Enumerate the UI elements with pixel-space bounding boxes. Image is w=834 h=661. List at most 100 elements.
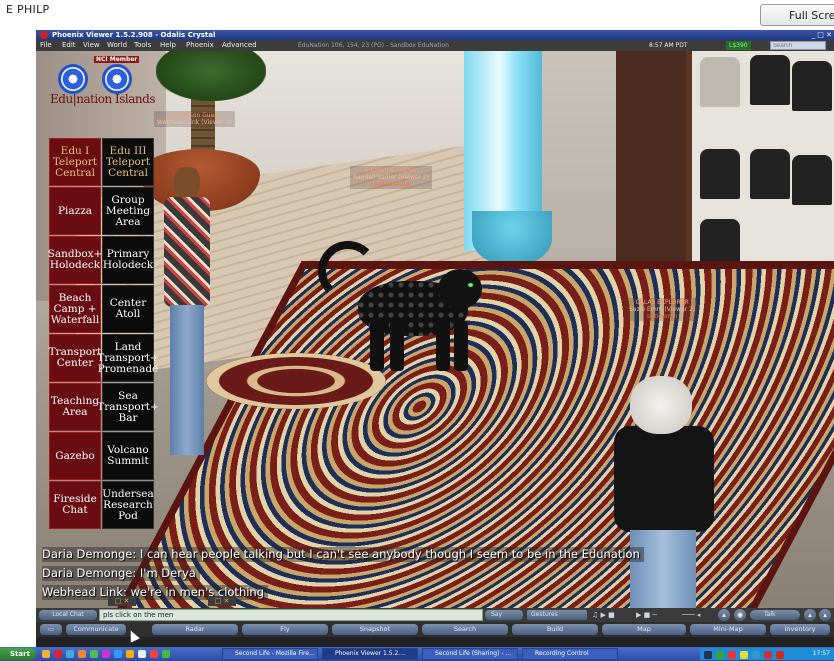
avatar-webhead-link[interactable] [160, 167, 216, 467]
hud-brand: Edu|nation Islands [50, 92, 155, 106]
toolbar-mini-map[interactable]: Mini-Map [690, 624, 766, 635]
teleport-button[interactable]: Group Meeting Area [102, 187, 154, 235]
quicklaunch-icon[interactable] [150, 650, 158, 658]
toolbar-search[interactable]: Search [422, 624, 508, 635]
teleport-button[interactable]: Primary Holodeck [102, 236, 154, 284]
talk-button[interactable]: Talk [750, 610, 800, 620]
shirt-item[interactable] [750, 149, 790, 199]
taskbar-item[interactable]: Phoenix Viewer 1.5.2.... [322, 648, 418, 660]
teleport-button[interactable]: Beach Camp + Waterfall [49, 285, 101, 333]
teleport-button[interactable]: Transport Center [49, 334, 101, 382]
tray-icon[interactable] [716, 651, 724, 659]
edunation-hud-logo[interactable]: NCI Member Edu|nation Islands [44, 54, 156, 112]
menu-phoenix[interactable]: Phoenix [186, 40, 214, 51]
volume-slider[interactable]: ─── ◂ [682, 610, 700, 620]
quicklaunch-icon[interactable] [138, 650, 146, 658]
chat-line: Daria Demonge: I'm Derya [42, 566, 200, 581]
teleport-hud: Edu I Teleport Central Edu III Teleport … [48, 138, 159, 529]
chat-history: Daria Demonge: I can hear people talking… [42, 543, 682, 600]
media-icon[interactable]: ▶ ■ ─ [636, 610, 657, 620]
window-title: Phoenix Viewer 1.5.2.908 - Odalis Crysta… [52, 31, 216, 39]
float-window-tab[interactable]: □ ✕ [108, 596, 136, 606]
teleport-button[interactable]: Volcano Summit [102, 432, 154, 480]
teleport-button[interactable]: Land Transport+ Promenade [97, 334, 159, 382]
teleport-button[interactable]: Undersea Research Pod [102, 481, 154, 529]
quicklaunch-icon[interactable] [78, 650, 86, 658]
quicklaunch-icon[interactable] [126, 650, 134, 658]
avatar-head [174, 167, 200, 197]
balance-badge[interactable]: L$390 [726, 41, 751, 50]
say-button[interactable]: Say [485, 610, 523, 620]
teleport-button[interactable]: Edu III Teleport Central [102, 138, 154, 186]
chevron-up-icon[interactable]: ▴ [819, 609, 831, 621]
tag-name: Webhead Link (Viewer 2) [157, 119, 232, 126]
tray-icon[interactable] [740, 651, 748, 659]
avatar-torso [614, 426, 714, 532]
tray-icon[interactable] [704, 651, 712, 659]
quicklaunch-icon[interactable] [42, 650, 50, 658]
fullscreen-button[interactable]: Full Scre [760, 4, 834, 26]
shirt-item[interactable] [750, 55, 790, 105]
window-controls[interactable]: _ □ ✕ [812, 30, 832, 40]
chat-bubble-icon[interactable]: ▭ [40, 624, 62, 635]
shirt-item[interactable] [700, 149, 740, 199]
menu-tools[interactable]: Tools [134, 40, 151, 51]
music-icon[interactable]: ♫ ▶ ■ [592, 610, 615, 620]
tray-icon[interactable] [752, 651, 760, 659]
toolbar-radar[interactable]: Radar [152, 624, 238, 635]
teleport-button[interactable]: Fireside Chat [49, 481, 101, 529]
quicklaunch-icon[interactable] [66, 650, 74, 658]
tag-username: randall.sadler [370, 181, 412, 188]
panther-head [438, 269, 482, 309]
menu-help[interactable]: Help [160, 40, 176, 51]
toolbar-inventory[interactable]: Inventory [770, 624, 830, 635]
shirt-item[interactable] [700, 57, 740, 107]
avatar-randall-sadler-panther[interactable] [318, 241, 488, 371]
chevron-up-icon[interactable]: ▴ [804, 609, 816, 621]
chevron-up-icon[interactable]: ▴ [718, 609, 730, 621]
menu-advanced[interactable]: Advanced [222, 40, 257, 51]
quicklaunch-icon[interactable] [90, 650, 98, 658]
quicklaunch-icon[interactable] [114, 650, 122, 658]
teleport-button[interactable]: Piazza [49, 187, 101, 235]
float-window-tab[interactable]: □ ✕ [208, 596, 236, 606]
viewer-clock: 8:57 AM PDT [649, 42, 688, 49]
bottom-toolbar: ▭ Communicate Radar Fly Snapshot Search … [36, 622, 834, 637]
gestures-dropdown[interactable]: Gestures [527, 610, 587, 620]
toolbar-snapshot[interactable]: Snapshot [332, 624, 418, 635]
tag-username: suzieemm [646, 313, 678, 320]
voice-icon[interactable]: ◉ [734, 609, 746, 621]
quicklaunch-icon[interactable] [54, 650, 62, 658]
toolbar-fly[interactable]: Fly [242, 624, 328, 635]
taskbar-item[interactable]: Second Life (Sharing) - ... [422, 648, 518, 660]
menu-view[interactable]: View [83, 40, 100, 51]
menu-edit[interactable]: Edit [62, 40, 76, 51]
search-input[interactable] [770, 41, 826, 50]
quicklaunch-icon[interactable] [162, 650, 170, 658]
quicklaunch-icon[interactable] [102, 650, 110, 658]
local-chat-button[interactable]: Local Chat [39, 610, 97, 620]
chat-input[interactable] [99, 609, 483, 621]
start-button[interactable]: Start [0, 648, 36, 660]
teleport-button[interactable]: Edu I Teleport Central [49, 138, 101, 186]
tray-icon[interactable] [728, 651, 736, 659]
teleport-button[interactable]: Gazebo [49, 432, 101, 480]
3d-scene[interactable]: EduNation Guest Webhead Link (Viewer 2) … [36, 51, 834, 608]
tray-icon[interactable] [776, 651, 784, 659]
teleport-button[interactable]: Sandbox+ Holodeck [48, 236, 102, 284]
shirt-item[interactable] [792, 61, 832, 111]
tray-icon[interactable] [764, 651, 772, 659]
toolbar-build[interactable]: Build [512, 624, 598, 635]
toolbar-communicate[interactable]: Communicate [66, 624, 126, 635]
teleport-button[interactable]: Center Atoll [102, 285, 154, 333]
teleport-button[interactable]: Sea Transport+ Bar [97, 383, 159, 431]
panther-eye [468, 283, 473, 287]
teleport-button[interactable]: Teaching Area [49, 383, 101, 431]
taskbar-item[interactable]: Recording Control [522, 648, 618, 660]
region-info[interactable]: EduNation 106, 154, 23 (PG) - Sandbox Ed… [298, 40, 449, 51]
menu-world[interactable]: World [107, 40, 127, 51]
shirt-item[interactable] [792, 155, 832, 205]
toolbar-map[interactable]: Map [602, 624, 686, 635]
taskbar-item[interactable]: Second Life - Mozilla Fire... [222, 648, 318, 660]
menu-file[interactable]: File [40, 40, 52, 51]
